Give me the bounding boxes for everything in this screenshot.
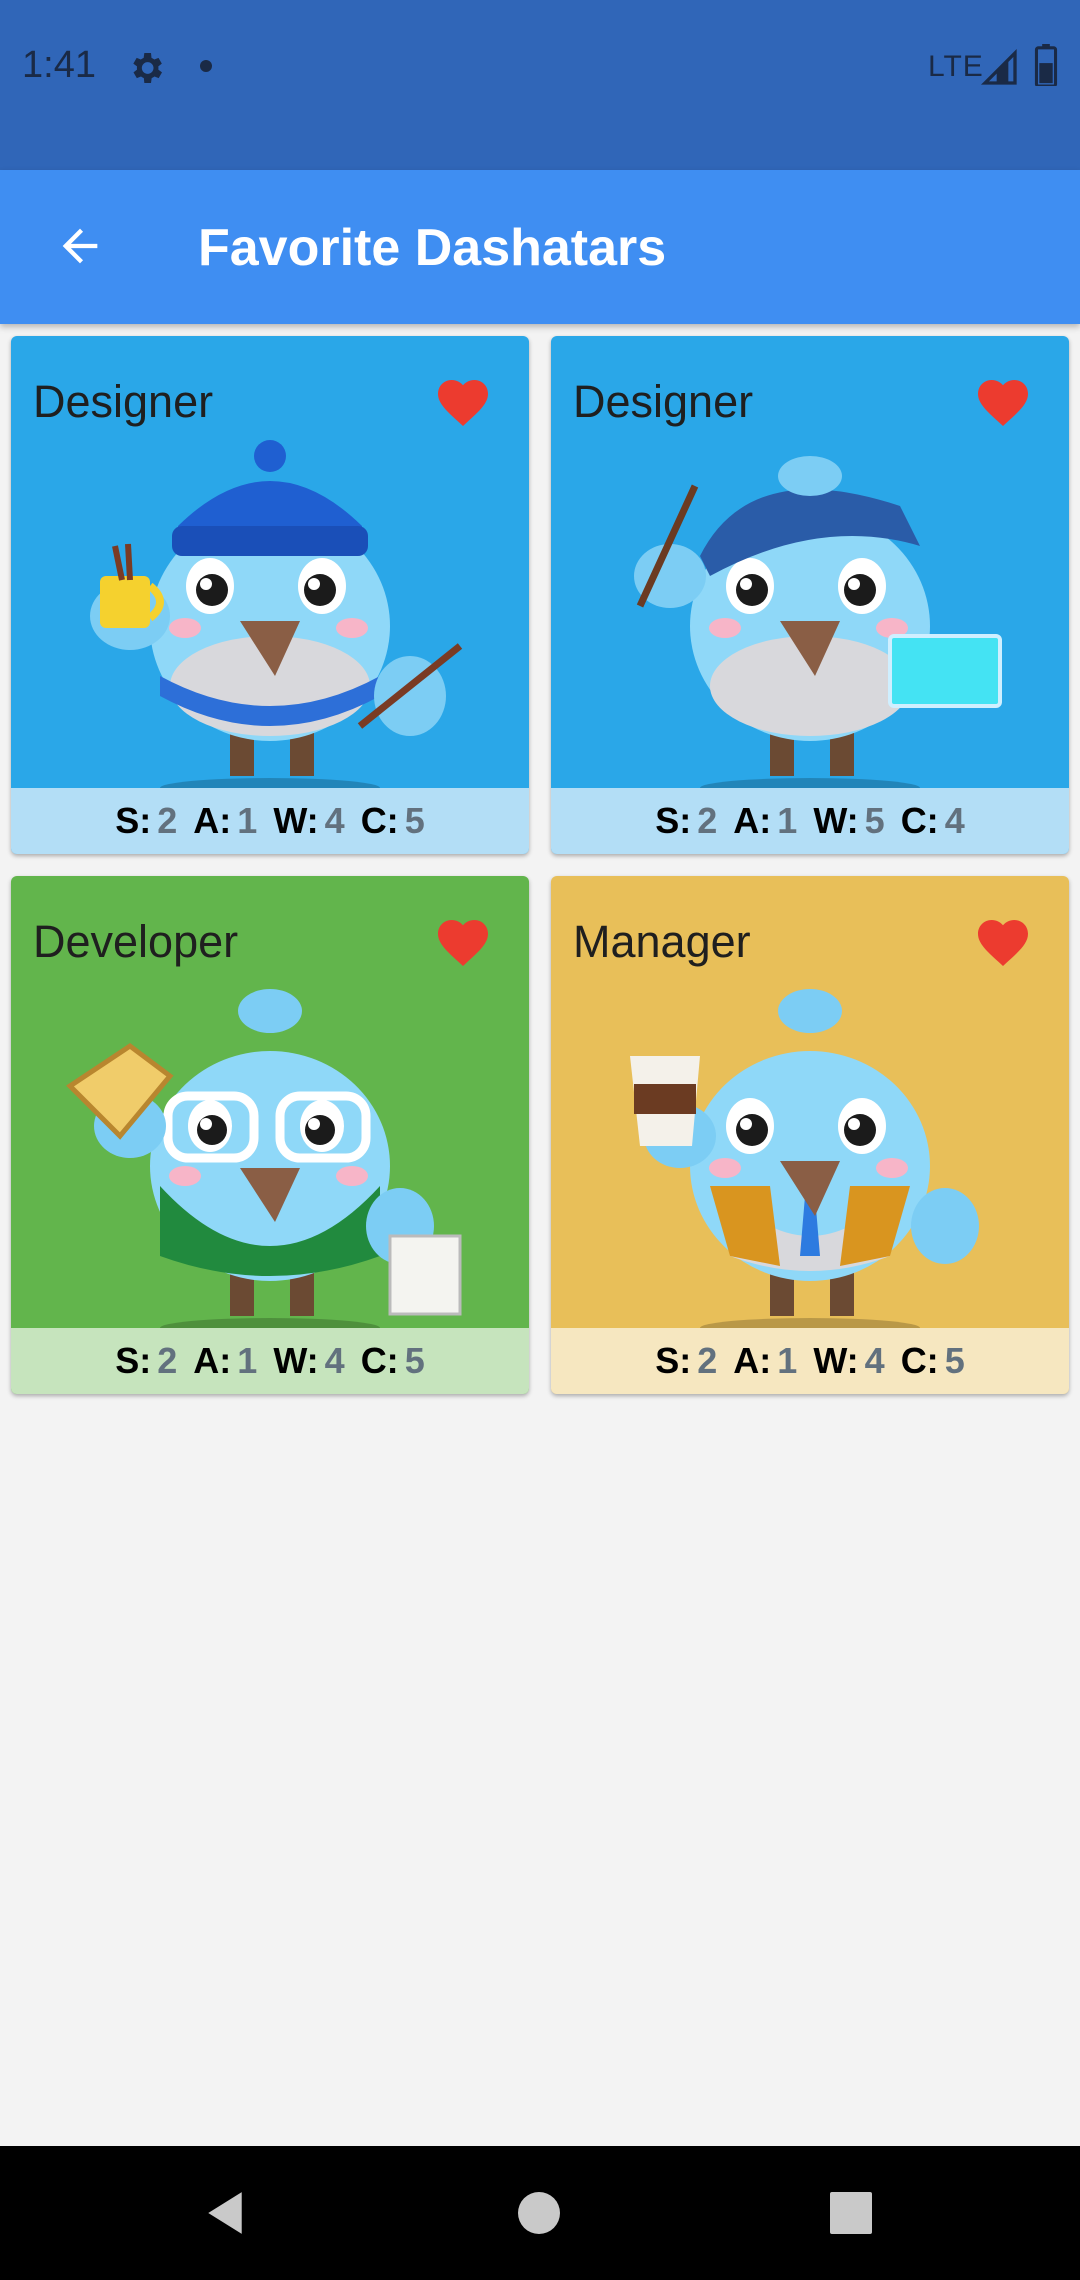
arrow-back-icon <box>62 228 98 264</box>
stat-value-w: 5 <box>864 800 885 841</box>
stat-label-s: S: <box>115 1340 152 1381</box>
stat-value-s: 2 <box>157 1340 178 1381</box>
stat-value-w: 4 <box>324 800 345 841</box>
favorite-heart-icon[interactable] <box>433 372 493 428</box>
card-title: Designer <box>573 376 754 427</box>
settings-gear-icon <box>133 53 162 83</box>
stat-label-c: C: <box>360 800 399 841</box>
dashatar-grid: Designer S: 2 A: 1 W: 4 C: 5 Designer S:… <box>11 336 1069 1394</box>
dashatar-card[interactable]: Designer S: 2 A: 1 W: 4 C: 5 <box>11 336 529 854</box>
stat-label-w: W: <box>813 800 859 841</box>
stat-label-a: A: <box>733 800 772 841</box>
stat-value-a: 1 <box>777 1340 798 1381</box>
app-bar: Favorite Dashatars <box>0 170 1080 324</box>
status-bar: 1:41 LTE <box>0 0 1080 170</box>
network-type: LTE <box>928 50 984 83</box>
dashatar-manager-image <box>630 989 979 1336</box>
stat-label-c: C: <box>360 1340 399 1381</box>
stat-label-s: S: <box>655 1340 692 1381</box>
back-button[interactable] <box>40 206 120 286</box>
stat-value-s: 2 <box>697 800 718 841</box>
card-stats: S: 2 A: 1 W: 4 C: 5 <box>11 788 529 854</box>
card-title: Manager <box>573 916 751 967</box>
page-title: Favorite Dashatars <box>198 219 667 277</box>
stat-label-s: S: <box>115 800 152 841</box>
stat-value-c: 4 <box>944 800 965 841</box>
notification-dot-icon <box>200 60 212 72</box>
favorite-heart-icon[interactable] <box>433 912 493 968</box>
dashatar-card[interactable]: Designer S: 2 A: 1 W: 5 C: 4 <box>551 336 1069 854</box>
dashatar-developer-image <box>66 989 462 1336</box>
stat-label-a: A: <box>193 800 232 841</box>
stat-value-c: 5 <box>404 1340 425 1381</box>
stat-value-a: 1 <box>237 1340 258 1381</box>
stat-label-a: A: <box>193 1340 232 1381</box>
status-time: 1:41 <box>22 44 96 86</box>
stat-value-a: 1 <box>777 800 798 841</box>
stat-value-s: 2 <box>157 800 178 841</box>
dashatar-designer-image <box>90 440 463 796</box>
favorite-heart-icon[interactable] <box>973 912 1033 968</box>
stat-value-w: 4 <box>864 1340 885 1381</box>
stat-value-a: 1 <box>237 800 258 841</box>
stat-label-a: A: <box>733 1340 772 1381</box>
nav-back-icon[interactable] <box>204 2190 246 2236</box>
card-title: Designer <box>33 376 214 427</box>
stat-label-w: W: <box>273 800 319 841</box>
signal-strength-icon <box>980 48 1017 85</box>
stat-value-w: 4 <box>324 1340 345 1381</box>
dashatar-designer-laptop-image <box>634 456 1002 796</box>
stat-label-w: W: <box>813 1340 859 1381</box>
nav-home-icon[interactable] <box>518 2192 560 2234</box>
system-navigation-bar <box>0 2146 1080 2280</box>
dashatar-card[interactable]: Developer S: 2 A: 1 W: 4 C: 5 <box>11 876 529 1394</box>
stat-label-c: C: <box>900 1340 939 1381</box>
favorite-heart-icon[interactable] <box>973 372 1033 428</box>
card-stats: S: 2 A: 1 W: 5 C: 4 <box>551 788 1069 854</box>
card-stats: S: 2 A: 1 W: 4 C: 5 <box>551 1328 1069 1394</box>
stat-value-s: 2 <box>697 1340 718 1381</box>
card-title: Developer <box>33 916 239 967</box>
stat-value-c: 5 <box>404 800 425 841</box>
stat-label-w: W: <box>273 1340 319 1381</box>
stat-label-c: C: <box>900 800 939 841</box>
dashatar-card[interactable]: Manager S: 2 A: 1 W: 4 C: 5 <box>551 876 1069 1394</box>
nav-recents-icon[interactable] <box>830 2192 872 2234</box>
stat-value-c: 5 <box>944 1340 965 1381</box>
stat-label-s: S: <box>655 800 692 841</box>
card-stats: S: 2 A: 1 W: 4 C: 5 <box>11 1328 529 1394</box>
battery-icon <box>1034 44 1058 86</box>
